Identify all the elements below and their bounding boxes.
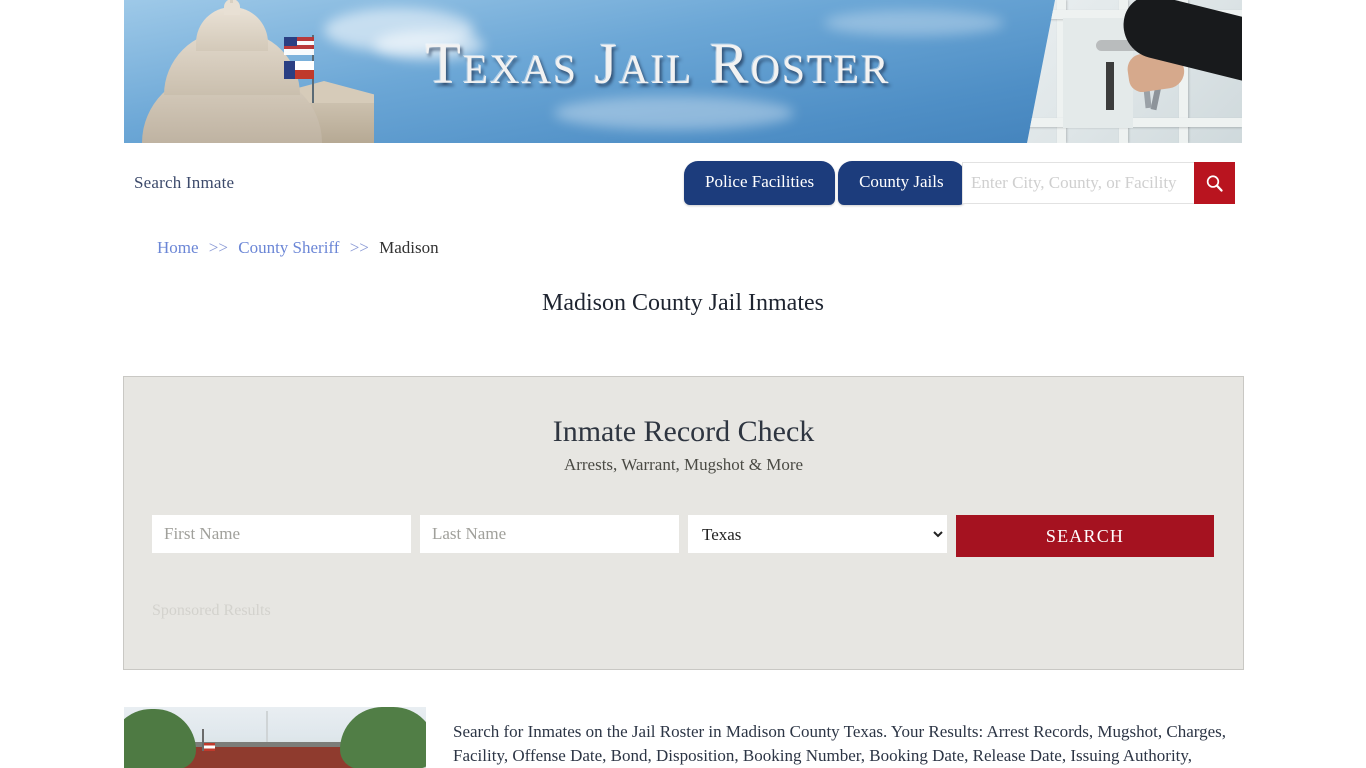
breadcrumb-item-madison: Madison xyxy=(379,238,439,257)
breadcrumb-separator: >> xyxy=(208,238,228,257)
nav-search-input[interactable] xyxy=(962,162,1194,204)
county-courthouse-thumbnail xyxy=(124,707,426,768)
nav-brand-search-inmate[interactable]: Search Inmate xyxy=(134,173,234,193)
site-banner: Texas Jail Roster xyxy=(124,0,1242,143)
panel-subtitle: Arrests, Warrant, Mugshot & More xyxy=(563,455,804,474)
page-title: Madison County Jail Inmates xyxy=(542,290,824,316)
state-select[interactable]: Texas xyxy=(688,515,947,553)
search-icon xyxy=(1206,174,1223,192)
cloud-decoration xyxy=(554,96,794,130)
panel-title: Inmate Record Check xyxy=(552,415,815,448)
first-name-input[interactable] xyxy=(152,515,411,553)
breadcrumb-item-home[interactable]: Home xyxy=(157,238,199,257)
record-search-button[interactable]: SEARCH xyxy=(956,515,1214,557)
description-paragraph: Search for Inmates on the Jail Roster in… xyxy=(453,722,1227,765)
nav-search-group xyxy=(962,162,1235,204)
nav-tabs: Police Facilities County Jails xyxy=(684,161,965,205)
navigation-bar: Search Inmate Police Facilities County J… xyxy=(124,143,1242,223)
nav-search-button[interactable] xyxy=(1194,162,1235,204)
page-root: Texas Jail Roster Search Inmate Police F… xyxy=(0,0,1366,768)
breadcrumb-separator: >> xyxy=(349,238,369,257)
breadcrumb-item-county-sheriff[interactable]: County Sheriff xyxy=(238,238,339,257)
banner-title: Texas Jail Roster xyxy=(425,31,891,96)
record-search-form: Texas SEARCH xyxy=(152,515,1216,557)
last-name-input[interactable] xyxy=(420,515,679,553)
tab-county-jails[interactable]: County Jails xyxy=(838,161,965,205)
inmate-record-check-panel: Inmate Record Check Arrests, Warrant, Mu… xyxy=(123,376,1244,670)
tab-police-facilities[interactable]: Police Facilities xyxy=(684,161,836,205)
sponsored-results-label: Sponsored Results xyxy=(152,602,271,619)
breadcrumb: Home >> County Sheriff >> Madison xyxy=(157,238,439,258)
